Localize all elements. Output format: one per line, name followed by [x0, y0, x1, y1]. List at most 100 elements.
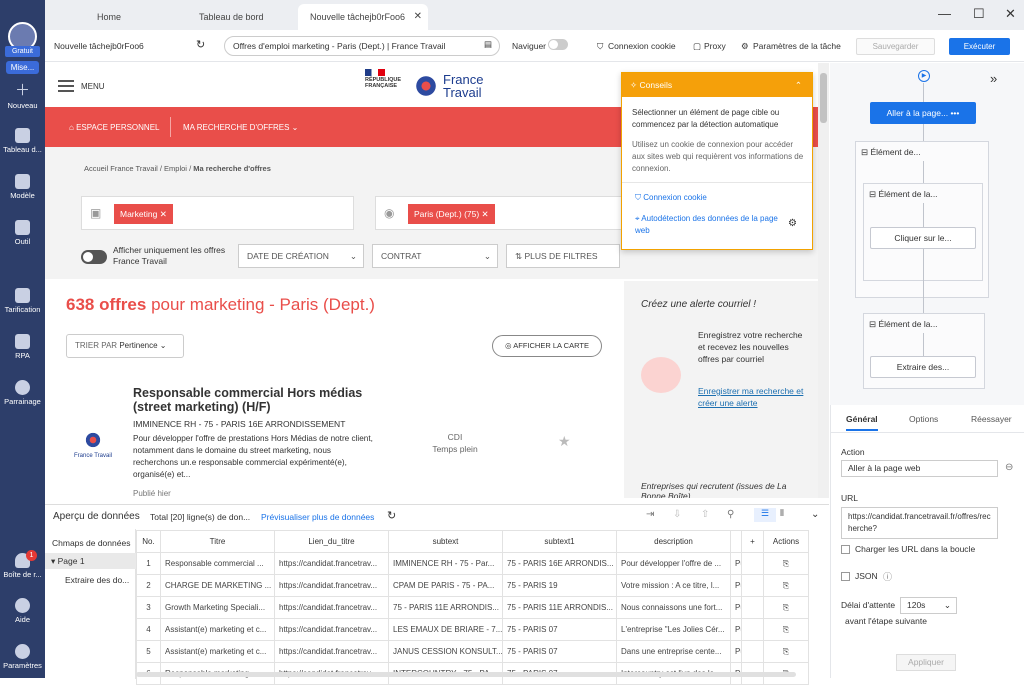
row-action-icon[interactable]: ⎘	[763, 552, 809, 575]
close-window-icon[interactable]: ✕	[1005, 6, 1016, 22]
cookie-link[interactable]: ⛉ Connexion cookie	[635, 193, 707, 203]
tab-general[interactable]: Général	[846, 414, 878, 431]
refresh-icon[interactable]: ↻	[387, 509, 396, 522]
column-view-icon[interactable]: ⦀	[780, 508, 784, 519]
collapse-icon[interactable]: ⌃	[795, 73, 802, 97]
rail-item-modele[interactable]: Modèle	[0, 174, 45, 200]
table-cell[interactable]: 75 - PARIS 11E ARRONDIS...	[502, 596, 617, 619]
table-cell[interactable]: 75 - PARIS 16E ARRONDIS...	[502, 552, 617, 575]
extract-node[interactable]: Extraire des...	[870, 356, 976, 378]
tab-options[interactable]: Options	[909, 414, 938, 424]
table-cell[interactable]: 75 - PARIS 07	[502, 640, 617, 663]
rail-item-parrainage[interactable]: Parrainage	[0, 380, 45, 406]
table-cell[interactable]: Growth Marketing Speciali...	[160, 596, 275, 619]
column-header[interactable]: Titre	[160, 530, 275, 553]
autodetect-link[interactable]: ⌖ Autodétection des données de la page w…	[635, 213, 785, 237]
table-cell[interactable]: Pu	[730, 552, 742, 575]
sort-select[interactable]: TRIER PAR Pertinence ⌄	[66, 334, 184, 358]
upload-icon[interactable]: ⇧	[701, 509, 709, 520]
rail-item-tarification[interactable]: Tarification	[0, 288, 45, 314]
location-chip[interactable]: Paris (Dept.) (75) ✕	[408, 204, 495, 224]
filter-icon[interactable]: ⚲	[727, 509, 734, 520]
row-action-icon[interactable]: ⎘	[763, 574, 809, 597]
collapse-panel-icon[interactable]: »	[990, 71, 997, 86]
add-column-button[interactable]: +	[741, 530, 764, 553]
table-cell[interactable]: Pu	[730, 640, 742, 663]
espace-personnel-link[interactable]: ⌂ ESPACE PERSONNEL	[69, 123, 160, 132]
start-icon[interactable]: ▶	[918, 70, 930, 82]
list-view-icon[interactable]: ☰	[754, 508, 776, 522]
click-node[interactable]: Cliquer sur le...	[870, 227, 976, 249]
table-cell[interactable]: https://candidat.francetrav...	[274, 596, 389, 619]
row-action-icon[interactable]: ⎘	[763, 596, 809, 619]
loop-url-checkbox[interactable]	[841, 545, 850, 554]
table-cell[interactable]: https://candidat.francetrav...	[274, 618, 389, 641]
column-header[interactable]: subtext	[388, 530, 503, 553]
keyword-chip[interactable]: Marketing ✕	[114, 204, 173, 224]
page-item[interactable]: ▾ Page 1	[45, 553, 136, 569]
action-field[interactable]: Aller à la page web	[841, 460, 998, 477]
table-cell[interactable]: LES EMAUX DE BRIARE - 7...	[388, 618, 503, 641]
filter-contrat[interactable]: CONTRAT ⌄	[372, 244, 498, 268]
filter-date[interactable]: DATE DE CRÉATION ⌄	[238, 244, 364, 268]
task-settings-button[interactable]: Paramètres de la tâche	[753, 41, 841, 51]
proxy-button[interactable]: Proxy	[704, 41, 726, 51]
table-cell[interactable]: Pu	[730, 574, 742, 597]
maximize-icon[interactable]: ☐	[973, 6, 985, 22]
table-cell[interactable]: Pour développer l'offre de ...	[616, 552, 731, 575]
table-row[interactable]: 1 Responsable commercial ... https://candi…	[136, 552, 809, 575]
table-row[interactable]: 4 Assistant(e) marketing et c... https://c…	[136, 618, 809, 641]
naviguer-toggle[interactable]	[548, 39, 568, 50]
preview-more-link[interactable]: Prévisualiser plus de données	[261, 512, 374, 522]
import-icon[interactable]: ⇩	[673, 509, 681, 520]
tab-retry[interactable]: Réessayer	[971, 414, 1012, 424]
gear-icon[interactable]: ⚙	[788, 218, 797, 229]
filter-more[interactable]: ⇅ PLUS DE FILTRES	[506, 244, 620, 268]
apply-button[interactable]: Appliquer	[896, 654, 956, 671]
star-icon[interactable]: ★	[558, 433, 571, 450]
table-cell[interactable]: Pu	[730, 596, 742, 619]
web-scroll-thumb[interactable]	[820, 73, 827, 123]
table-cell[interactable]: https://candidat.francetrav...	[274, 640, 389, 663]
page-icon[interactable]: ▤	[484, 39, 492, 50]
rail-item-tableau[interactable]: Tableau d...	[0, 128, 45, 154]
menu-label[interactable]: MENU	[81, 82, 105, 91]
extract-item[interactable]: Extraire des do...	[65, 575, 129, 585]
table-cell[interactable]: CHARGE DE MARKETING ...	[160, 574, 275, 597]
location-field[interactable]: ◉ Paris (Dept.) (75) ✕	[375, 196, 640, 230]
minimize-icon[interactable]: —	[938, 6, 951, 21]
url-input[interactable]: https://candidat.francetravail.fr/offres…	[841, 507, 998, 539]
rail-item-outil[interactable]: Outil	[0, 220, 45, 246]
table-cell[interactable]: Pu	[730, 618, 742, 641]
table-row[interactable]: 5 Assistant(e) marketing et c... https://c…	[136, 640, 809, 663]
alert-link[interactable]: Enregistrer ma recherche et créer une al…	[698, 385, 810, 409]
table-row[interactable]: 2 CHARGE DE MARKETING ... https://candidat…	[136, 574, 809, 597]
map-button[interactable]: ◎ AFFICHER LA CARTE	[492, 335, 602, 357]
minus-circle-icon[interactable]: ⊖	[1005, 462, 1013, 473]
more-icon[interactable]: •••	[950, 108, 959, 118]
table-cell[interactable]: https://candidat.francetrav...	[274, 552, 389, 575]
cookie-button[interactable]: Connexion cookie	[608, 41, 676, 51]
column-header[interactable]: description	[616, 530, 731, 553]
table-cell[interactable]: 75 - PARIS 07	[502, 618, 617, 641]
table-cell[interactable]: JANUS CESSION KONSULT...	[388, 640, 503, 663]
export-icon[interactable]: ⇥	[646, 509, 654, 520]
table-cell[interactable]: Assistant(e) marketing et c...	[160, 618, 275, 641]
tab-current-task[interactable]: Nouvelle tâchejb0rFoo6 ✕	[298, 4, 428, 30]
reload-icon[interactable]: ↻	[196, 38, 205, 51]
loop-group-2-title[interactable]: ⊟ Élément de la...	[869, 189, 938, 200]
france-travail-only-toggle[interactable]	[81, 250, 107, 264]
table-cell[interactable]: Responsable commercial ...	[160, 552, 275, 575]
table-row[interactable]: 3 Growth Marketing Speciali... https://can…	[136, 596, 809, 619]
run-button[interactable]: Exécuter	[949, 38, 1010, 55]
rail-item-inbox[interactable]: Boîte de r... 1	[0, 550, 45, 579]
table-cell[interactable]: Dans une entreprise cente...	[616, 640, 731, 663]
tab-home[interactable]: Home	[97, 4, 121, 30]
wait-select[interactable]: 120s ⌄	[900, 597, 957, 614]
table-cell[interactable]: CPAM DE PARIS - 75 - PA...	[388, 574, 503, 597]
loop-group-3-title[interactable]: ⊟ Élément de la...	[869, 319, 938, 330]
url-field[interactable]: Offres d'emploi marketing - Paris (Dept.…	[224, 36, 500, 56]
table-cell[interactable]: https://candidat.francetrav...	[274, 574, 389, 597]
tips-header[interactable]: ✧ Conseils ⌃	[622, 73, 812, 97]
column-header[interactable]	[730, 530, 742, 553]
